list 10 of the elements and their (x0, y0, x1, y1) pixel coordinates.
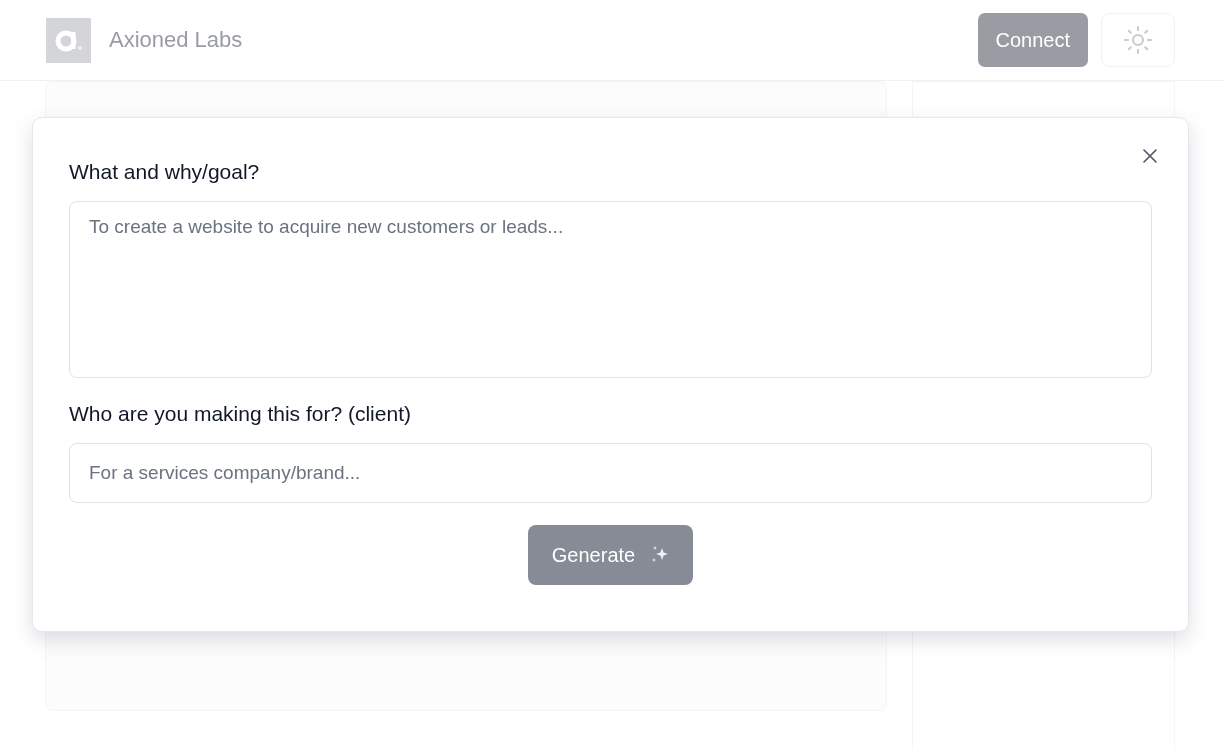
input-field[interactable]: For a services company/brand... (69, 443, 1152, 503)
field-label: What and why/goal? (69, 159, 261, 185)
theme-toggle-button[interactable] (1101, 13, 1175, 67)
field-label: Who are you making this for? (client) (69, 401, 412, 427)
connect-button[interactable]: Connect (977, 13, 1088, 67)
brand-name: Axioned Labs (109, 27, 243, 53)
generate-button[interactable]: Generate (527, 525, 694, 585)
textarea-field[interactable]: To create a website to acquire new customers or leads... (69, 201, 1152, 378)
logo-icon (46, 17, 91, 63)
sun-icon (1123, 25, 1153, 55)
